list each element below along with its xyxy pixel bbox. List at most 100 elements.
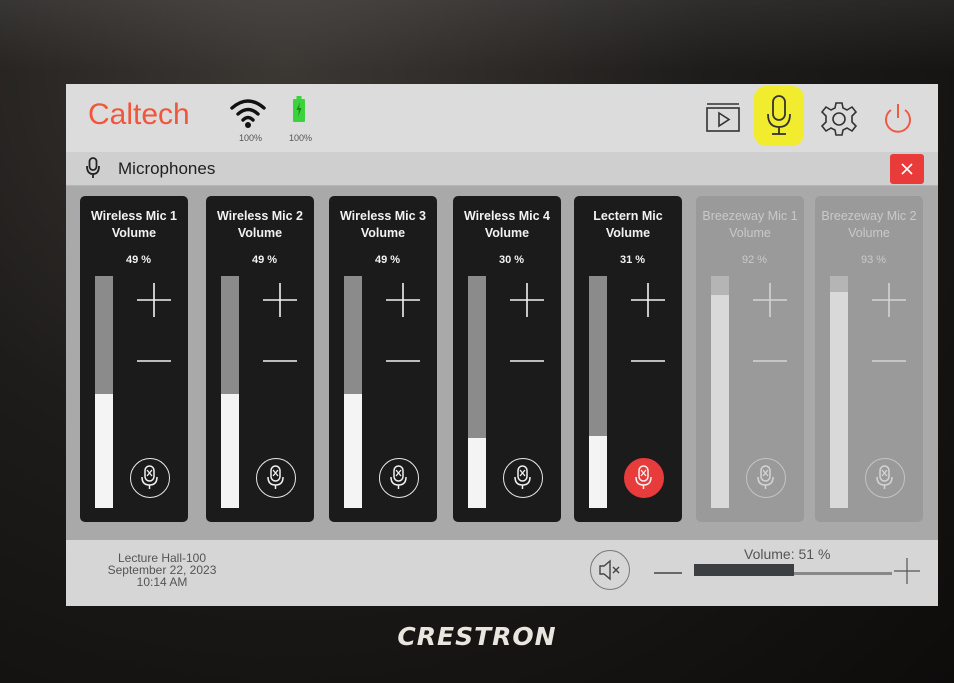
plus-icon bbox=[263, 283, 297, 317]
minus-icon bbox=[137, 360, 171, 362]
mic-card-title: Breezeway Mic 2 Volume bbox=[821, 209, 917, 240]
mic-card-title: Breezeway Mic 1 Volume bbox=[702, 209, 798, 240]
mic-card: Breezeway Mic 2 Volume 93 % bbox=[815, 196, 923, 522]
mic-volume-up-button[interactable] bbox=[262, 282, 298, 323]
mic-level-meter[interactable] bbox=[468, 276, 486, 508]
top-bar: Caltech 100% 100% bbox=[66, 84, 938, 153]
page-title-bar: Microphones bbox=[66, 152, 938, 186]
mic-level-fill bbox=[468, 438, 486, 508]
plus-icon bbox=[631, 283, 665, 317]
mic-volume-down-button[interactable] bbox=[509, 351, 545, 369]
time-text: 10:14 AM bbox=[136, 575, 188, 589]
mic-volume-up-button[interactable] bbox=[752, 282, 788, 323]
mic-level-meter[interactable] bbox=[711, 276, 729, 508]
minus-icon bbox=[872, 360, 906, 362]
mic-mute-button[interactable] bbox=[256, 458, 296, 498]
mic-card-title: Wireless Mic 3 Volume bbox=[339, 209, 427, 240]
app-logo: Caltech bbox=[88, 98, 190, 131]
mic-volume-percent: 49 % bbox=[126, 254, 152, 266]
volume-label: Volume: 51 % bbox=[744, 546, 831, 562]
mic-mute-button[interactable] bbox=[865, 458, 905, 498]
touch-screen: Caltech 100% 100% Microphones Wireless M… bbox=[66, 84, 938, 606]
page-title: Microphones bbox=[118, 159, 216, 178]
mic-volume-down-button[interactable] bbox=[871, 351, 907, 369]
plus-icon bbox=[137, 283, 171, 317]
microphone-mute-icon bbox=[267, 465, 284, 489]
bottom-bar: Lecture Hall-100 September 22, 2023 10:1… bbox=[66, 540, 938, 606]
mic-mute-button[interactable] bbox=[130, 458, 170, 498]
mic-volume-percent: 30 % bbox=[499, 254, 525, 266]
speaker-mute-icon bbox=[599, 559, 620, 581]
mic-volume-percent: 92 % bbox=[742, 254, 768, 266]
microphone-title-icon bbox=[86, 157, 100, 184]
mic-card: Lectern Mic Volume 31 % bbox=[574, 196, 682, 522]
power-icon[interactable] bbox=[882, 102, 914, 141]
wifi-label: 100% bbox=[239, 133, 263, 143]
plus-icon bbox=[894, 558, 920, 584]
plus-icon bbox=[872, 283, 906, 317]
mic-level-meter[interactable] bbox=[221, 276, 239, 508]
mic-volume-down-button[interactable] bbox=[752, 351, 788, 369]
minus-icon bbox=[510, 360, 544, 362]
bezel-glare bbox=[0, 0, 954, 70]
microphone-mute-icon bbox=[514, 465, 531, 489]
mic-volume-down-button[interactable] bbox=[630, 351, 666, 369]
mic-mute-button[interactable] bbox=[624, 458, 664, 498]
mic-level-meter[interactable] bbox=[830, 276, 848, 508]
wifi-icon bbox=[228, 94, 268, 135]
close-icon bbox=[901, 163, 913, 175]
mic-volume-up-button[interactable] bbox=[871, 282, 907, 323]
plus-icon bbox=[753, 283, 787, 317]
mic-volume-percent: 31 % bbox=[620, 254, 646, 266]
gear-icon[interactable] bbox=[820, 101, 858, 142]
room-info: Lecture Hall-100 September 22, 2023 10:1… bbox=[82, 552, 242, 588]
mic-card-title: Lectern Mic Volume bbox=[593, 209, 663, 240]
mic-mute-button[interactable] bbox=[503, 458, 543, 498]
microphone-mute-icon bbox=[141, 465, 158, 489]
mic-card: Wireless Mic 1 Volume 49 % bbox=[80, 196, 188, 522]
mic-level-fill bbox=[95, 394, 113, 508]
mic-volume-percent: 49 % bbox=[252, 254, 278, 266]
minus-icon bbox=[263, 360, 297, 362]
microphone-mute-icon bbox=[757, 465, 774, 489]
mic-card-title: Wireless Mic 2 Volume bbox=[216, 209, 304, 240]
volume-down-button[interactable] bbox=[654, 565, 682, 583]
mic-volume-up-button[interactable] bbox=[630, 282, 666, 323]
video-source-icon[interactable] bbox=[706, 102, 740, 137]
volume-up-button[interactable] bbox=[892, 556, 922, 591]
mic-mute-button[interactable] bbox=[379, 458, 419, 498]
plus-icon bbox=[386, 283, 420, 317]
plus-icon bbox=[510, 283, 544, 317]
mic-level-fill bbox=[830, 292, 848, 508]
mic-volume-down-button[interactable] bbox=[262, 351, 298, 369]
mic-card-title: Wireless Mic 4 Volume bbox=[463, 209, 551, 240]
minus-icon bbox=[386, 360, 420, 362]
mic-level-meter[interactable] bbox=[589, 276, 607, 508]
minus-icon bbox=[753, 360, 787, 362]
mic-volume-down-button[interactable] bbox=[385, 351, 421, 369]
mic-volume-up-button[interactable] bbox=[385, 282, 421, 323]
mic-level-meter[interactable] bbox=[344, 276, 362, 508]
mic-volume-down-button[interactable] bbox=[136, 351, 172, 369]
mic-level-meter[interactable] bbox=[95, 276, 113, 508]
speaker-mute-button[interactable] bbox=[590, 550, 630, 590]
mic-level-fill bbox=[711, 295, 729, 508]
mic-card: Breezeway Mic 1 Volume 92 % bbox=[696, 196, 804, 522]
microphone-mute-icon bbox=[390, 465, 407, 489]
mic-card: Wireless Mic 2 Volume 49 % bbox=[206, 196, 314, 522]
mic-volume-up-button[interactable] bbox=[509, 282, 545, 323]
battery-icon bbox=[293, 96, 305, 127]
microphone-mute-icon bbox=[635, 465, 652, 489]
mic-volume-percent: 93 % bbox=[861, 254, 887, 266]
microphone-mute-icon bbox=[876, 465, 893, 489]
mic-level-fill bbox=[344, 394, 362, 508]
mic-level-fill bbox=[589, 436, 607, 508]
crestron-logo: CRESTRON bbox=[397, 622, 557, 651]
microphone-icon[interactable] bbox=[766, 94, 792, 141]
mic-volume-up-button[interactable] bbox=[136, 282, 172, 323]
mic-mute-button[interactable] bbox=[746, 458, 786, 498]
minus-icon bbox=[654, 572, 682, 574]
close-button[interactable] bbox=[890, 154, 924, 184]
volume-slider-fill[interactable] bbox=[694, 564, 794, 576]
mic-card: Wireless Mic 3 Volume 49 % bbox=[329, 196, 437, 522]
